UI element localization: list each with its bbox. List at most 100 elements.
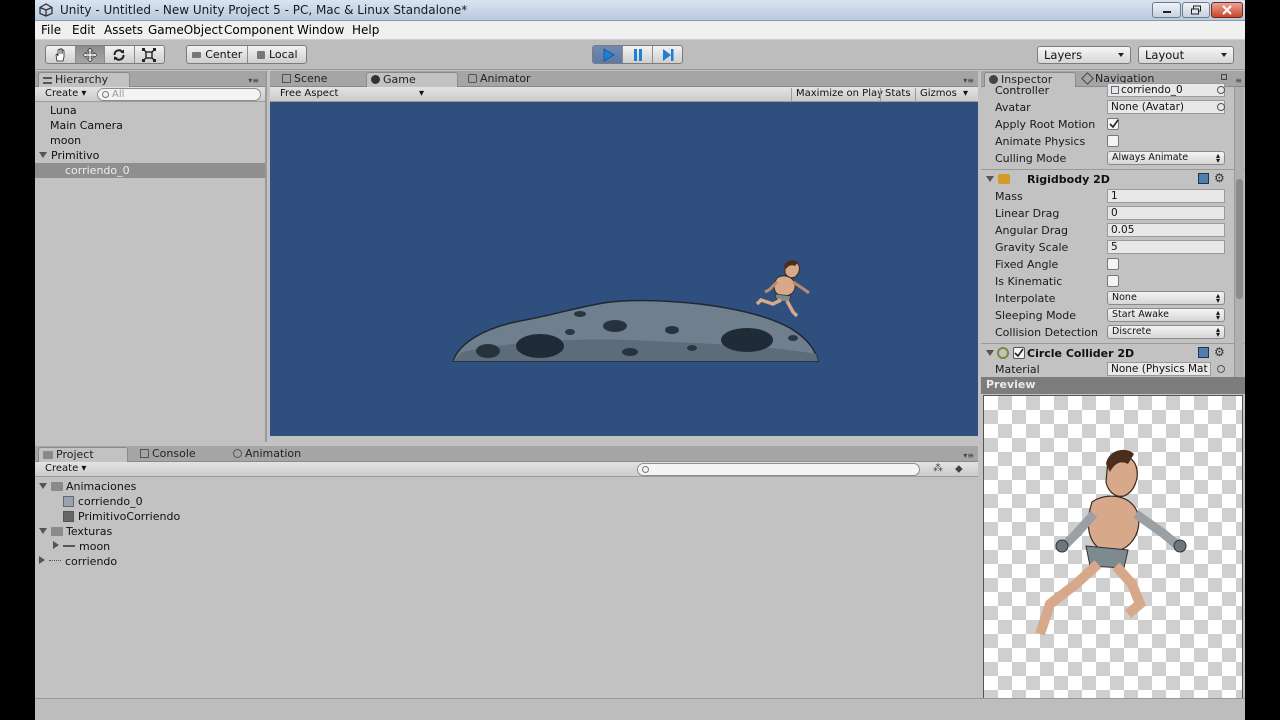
help-book-icon[interactable] [1198,347,1209,358]
minimize-button[interactable] [1152,2,1181,18]
menu-help[interactable]: Help [352,23,379,37]
project-search-input[interactable] [637,463,920,476]
tab-console[interactable]: Console [136,447,224,462]
object-picker-icon[interactable] [1217,365,1225,373]
project-item-corriendo-0[interactable]: corriendo_0 [63,494,143,509]
object-picker-icon[interactable] [1217,103,1225,111]
project-item-primitivocorriendo[interactable]: PrimitivoCorriendo [63,509,180,524]
play-button[interactable] [593,46,623,63]
collision-detection-dropdown[interactable]: Discrete ▴ ▾ [1107,325,1225,339]
material-field[interactable]: None (Physics Mat [1107,362,1211,376]
restore-button[interactable] [1182,2,1210,18]
hierarchy-item-corriendo-0[interactable]: corriendo_0 [35,163,265,178]
preview-header[interactable]: Preview [981,377,1245,394]
controller-field[interactable]: corriendo_0 [1107,83,1225,97]
project-create-dropdown[interactable]: Create ▾ [41,463,90,476]
hierarchy-item-main-camera[interactable]: Main Camera [50,118,123,133]
gravity-scale-field[interactable]: 5 [1107,240,1225,254]
project-item-moon[interactable]: moon [53,539,110,554]
stats-toggle[interactable]: Stats [880,88,915,101]
gear-icon[interactable]: ⚙ [1214,345,1225,359]
menu-component[interactable]: Component [224,23,294,37]
panel-menu-icon[interactable]: ▾≡ [963,76,974,85]
animator-controller-icon [1111,86,1119,94]
menu-assets[interactable]: Assets [104,23,143,37]
foldout-arrow-icon[interactable] [39,152,47,158]
tab-animation[interactable]: Animation [229,447,325,462]
project-item-corriendo[interactable]: corriendo [39,554,117,569]
rotate-tool-button[interactable] [105,46,135,63]
pivot-local-button[interactable]: Local [248,46,306,63]
play-controls [592,45,683,64]
collider-enabled-checkbox[interactable] [1013,347,1025,359]
project-tabstrip: Project Console Animation ▾≡ [35,446,978,462]
hand-tool-button[interactable] [46,46,76,63]
tab-animator[interactable]: Animator [464,72,554,87]
scale-tool-button[interactable] [135,46,164,63]
culling-mode-dropdown[interactable]: Always Animate ▴ ▾ [1107,151,1225,165]
title-bar: Unity - Untitled - New Unity Project 5 -… [35,0,1245,21]
hierarchy-item-primitivo[interactable]: Primitivo [39,148,99,163]
hierarchy-create-dropdown[interactable]: Create ▾ [41,88,90,101]
project-folder-texturas[interactable]: Texturas [39,524,112,539]
foldout-arrow-icon[interactable] [39,483,47,489]
foldout-arrow-icon[interactable] [39,528,47,534]
pivot-center-button[interactable]: Center [187,46,249,63]
foldout-arrow-icon[interactable] [39,556,45,564]
layout-dropdown[interactable]: Layout [1138,46,1234,64]
object-picker-icon[interactable] [1217,86,1225,94]
sleeping-mode-dropdown[interactable]: Start Awake ▴ ▾ [1107,308,1225,322]
controller-label: Controller [995,84,1050,97]
fixed-angle-label: Fixed Angle [995,258,1059,271]
hierarchy-item-moon[interactable]: moon [50,133,81,148]
hierarchy-item-luna[interactable]: Luna [50,103,77,118]
avatar-field[interactable]: None (Avatar) [1107,100,1225,114]
move-tool-button[interactable] [75,46,105,63]
animation-clip-icon [63,511,74,522]
close-button[interactable] [1211,2,1243,18]
rigidbody-2d-header[interactable]: Rigidbody 2D ⚙ [981,169,1245,188]
panel-menu-icon[interactable]: ▾≡ [248,76,259,85]
inspector-scrollbar[interactable] [1234,87,1244,377]
panel-menu-icon[interactable]: ▾≡ [963,451,974,460]
circle-collider-2d-header[interactable]: Circle Collider 2D ⚙ [981,343,1245,362]
step-button[interactable] [653,46,682,63]
is-kinematic-checkbox[interactable] [1107,275,1119,287]
layers-dropdown[interactable]: Layers [1037,46,1131,64]
tab-project[interactable]: Project [38,447,128,462]
menu-window[interactable]: Window [297,23,344,37]
hierarchy-search-input[interactable]: All [97,88,261,101]
hierarchy-item-primitivo-label: Primitivo [51,149,100,162]
foldout-arrow-icon[interactable] [53,541,59,549]
aspect-dropdown[interactable]: Free Aspect ▾ [276,88,426,101]
tab-scene[interactable]: Scene [278,72,362,87]
tab-game[interactable]: Game [366,72,458,87]
interpolate-dropdown[interactable]: None ▴ ▾ [1107,291,1225,305]
angular-drag-field[interactable]: 0.05 [1107,223,1225,237]
animate-physics-checkbox[interactable] [1107,135,1119,147]
inspector-scrollbar-thumb[interactable] [1236,179,1243,299]
hierarchy-create-label: Create [45,88,79,99]
tab-hierarchy[interactable]: Hierarchy [38,72,130,87]
caveman-preview-image [1035,449,1187,636]
foldout-arrow-icon[interactable] [986,350,994,356]
project-folder-animaciones[interactable]: Animaciones [39,479,136,494]
preview-panel: Preview [981,377,1245,698]
apply-root-motion-checkbox[interactable] [1107,118,1119,130]
pause-button[interactable] [623,46,653,63]
menu-file[interactable]: File [41,23,61,37]
help-book-icon[interactable] [1198,173,1209,184]
maximize-on-play-toggle[interactable]: Maximize on Play [791,88,887,101]
filter-by-label-icon[interactable]: ⬥ [955,462,963,476]
menu-gameobject[interactable]: GameObject [148,23,223,37]
gizmos-dropdown[interactable]: Gizmos ▾ [915,88,970,101]
gear-icon[interactable]: ⚙ [1214,171,1225,185]
lock-icon[interactable] [1221,74,1227,80]
fixed-angle-checkbox[interactable] [1107,258,1119,270]
mass-field[interactable]: 1 [1107,189,1225,203]
foldout-arrow-icon[interactable] [986,176,994,182]
linear-drag-field[interactable]: 0 [1107,206,1225,220]
game-view-canvas[interactable] [270,102,978,436]
filter-by-type-icon[interactable]: ⁂ [933,463,943,474]
menu-edit[interactable]: Edit [72,23,95,37]
